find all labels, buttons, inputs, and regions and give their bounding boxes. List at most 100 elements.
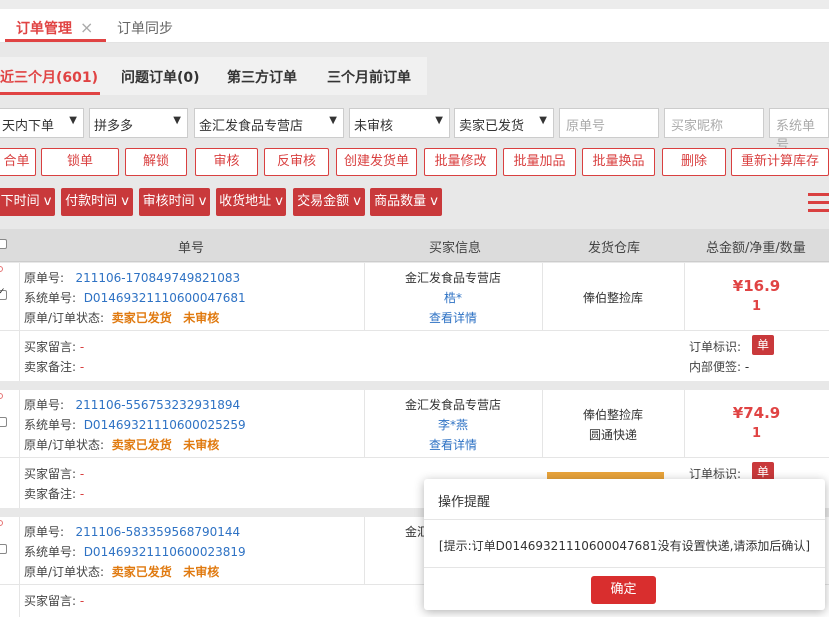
sort-amount-button[interactable]: 交易金额 v [293, 188, 365, 216]
system-no-link[interactable]: D01469321110600025259 [84, 418, 246, 432]
top-gap [0, 0, 829, 9]
ship-status-select[interactable]: 卖家已发货 ▼ [454, 108, 554, 138]
unlock-button[interactable]: 解锁 [125, 148, 187, 176]
subtab-recent-three-months[interactable]: 近三个月(601) [0, 67, 98, 87]
system-no-link[interactable]: D01469321110600047681 [84, 291, 246, 305]
column-divider [684, 263, 685, 331]
buyer-msg-label: 买家留言: [24, 594, 77, 608]
review-status-value: 未审核 [354, 119, 394, 134]
system-no-link[interactable]: D01469321110600023819 [84, 545, 246, 559]
review-status: 未审核 [183, 438, 220, 452]
tab-order-sync[interactable]: 订单同步 [117, 18, 173, 38]
sort-button-row: 下时间 v 付款时间 v 审核时间 v 收货地址 v 交易金额 v 商品数量 v [0, 188, 829, 216]
sort-pay-time-button[interactable]: 付款时间 v [61, 188, 133, 216]
dropdown-arrow-icon: ▼ [69, 115, 77, 126]
shop-name: 金汇发食品专营店 [404, 271, 501, 285]
order-mark-label: 订单标识: [689, 340, 742, 354]
create-shipment-button[interactable]: 创建发货单 [336, 148, 417, 176]
dialog-message: [提示:订单D01469321110600047681没有设置快递,请添加后确认… [438, 539, 811, 553]
buyer-nick-input[interactable]: 买家昵称 [664, 108, 764, 138]
column-divider [684, 390, 685, 458]
order-time-select[interactable]: 天内下单 ▼ [0, 108, 84, 138]
shop-name: 金汇发食品专营店 [404, 398, 501, 412]
lock-button[interactable]: 锁单 [41, 148, 119, 176]
header-buyer: 买家信息 [429, 241, 482, 256]
order-quantity: 1 [751, 426, 762, 441]
order-price: ¥74.9 [732, 404, 781, 422]
shop-value: 金汇发食品专营店 [199, 119, 304, 134]
seller-note-value: - [79, 487, 85, 501]
unreview-button[interactable]: 反审核 [264, 148, 329, 176]
batch-replace-item-button[interactable]: 批量换品 [582, 148, 655, 176]
subtab-third-party-orders[interactable]: 第三方订单 [227, 67, 297, 87]
table-header: 单号 买家信息 发货仓库 总金额/净重/数量 [0, 229, 829, 262]
original-no-link[interactable]: 211106-583359568790144 [76, 525, 241, 539]
header-warehouse: 发货仓库 [588, 241, 641, 256]
dropdown-arrow-icon: ▼ [539, 115, 547, 126]
page-tab-bar: 订单管理 × 订单同步 [0, 9, 829, 43]
column-divider [364, 517, 365, 585]
filter-bar: 天内下单 ▼ 拼多多 ▼ 金汇发食品专营店 ▼ 未审核 ▼ 卖家已发货 ▼ 原单号 买家昵… [0, 108, 829, 153]
delete-button[interactable]: 删除 [662, 148, 726, 176]
platform-select[interactable]: 拼多多 ▼ [89, 108, 188, 138]
inner-note-label: 内部便签: [689, 360, 742, 374]
action-button-row: 合单 锁单 解锁 审核 反审核 创建发货单 批量修改 批量加品 批量换品 删除 … [0, 148, 829, 176]
view-detail-link[interactable]: 查看详情 [364, 436, 542, 453]
buyer-msg-label: 买家留言: [24, 340, 77, 354]
sort-review-time-button[interactable]: 审核时间 v [139, 188, 210, 216]
system-no-label: 系统单号: [24, 291, 77, 305]
header-order-no: 单号 [178, 241, 205, 256]
seller-note-label: 卖家备注: [24, 360, 77, 374]
header-total: 总金额/净重/数量 [706, 241, 806, 256]
dropdown-arrow-icon: ▼ [435, 115, 443, 126]
confirm-button[interactable]: 确定 [591, 576, 656, 604]
dialog-title: 操作提醒 [438, 495, 491, 510]
column-divider [542, 390, 543, 458]
tab-order-management[interactable]: 订单管理 × [16, 18, 93, 38]
order-main: 原单号: 211106-170849749821083 系统单号: D01469… [0, 263, 829, 331]
ship-status: 卖家已发货 [111, 438, 172, 452]
subtab-older-orders[interactable]: 三个月前订单 [327, 67, 411, 87]
close-icon[interactable]: × [80, 18, 93, 37]
sort-quantity-button[interactable]: 商品数量 v [370, 188, 442, 216]
view-detail-link[interactable]: 查看详情 [364, 309, 542, 326]
seller-note-value: - [79, 360, 85, 374]
warehouse-name: 俸伯整捡库 [582, 408, 643, 422]
order-checkbox[interactable] [0, 544, 7, 554]
recalculate-stock-button[interactable]: 重新计算库存 [731, 148, 829, 176]
original-no-label: 原单号: [24, 271, 65, 285]
order-row: 原单号: 211106-170849749821083 系统单号: D01469… [0, 263, 829, 381]
sort-order-time-button[interactable]: 下时间 v [0, 188, 55, 216]
platform-value: 拼多多 [94, 119, 134, 134]
merge-button[interactable]: 合单 [0, 148, 36, 176]
original-no-input[interactable]: 原单号 [559, 108, 659, 138]
warehouse-name: 俸伯整捡库 [582, 291, 643, 305]
status-dot-icon [0, 393, 3, 399]
ship-status: 卖家已发货 [111, 565, 172, 579]
buyer-msg-value: - [79, 340, 85, 354]
order-checkbox[interactable] [0, 417, 7, 427]
order-checkbox[interactable] [0, 287, 7, 300]
hamburger-menu-icon[interactable] [808, 193, 829, 213]
buyer-msg-label: 买家留言: [24, 467, 77, 481]
system-no-input[interactable]: 系统单号 [769, 108, 829, 153]
batch-add-item-button[interactable]: 批量加品 [503, 148, 576, 176]
batch-modify-button[interactable]: 批量修改 [424, 148, 497, 176]
review-status: 未审核 [183, 311, 220, 325]
system-no-label: 系统单号: [24, 418, 77, 432]
tab-order-management-label: 订单管理 [16, 21, 72, 37]
buyer-msg-value: - [79, 594, 85, 608]
review-status-select[interactable]: 未审核 ▼ [349, 108, 450, 138]
sort-address-button[interactable]: 收货地址 v [216, 188, 286, 216]
review-button[interactable]: 审核 [195, 148, 258, 176]
original-no-link[interactable]: 211106-556753232931894 [76, 398, 241, 412]
select-all-checkbox[interactable] [0, 239, 7, 249]
buyer-name: 李*燕 [437, 418, 468, 432]
status-dot-icon [0, 520, 3, 526]
shop-select[interactable]: 金汇发食品专营店 ▼ [194, 108, 344, 138]
status-label: 原单/订单状态: [24, 565, 105, 579]
original-no-link[interactable]: 211106-170849749821083 [76, 271, 241, 285]
order-price: ¥16.9 [732, 277, 781, 295]
active-subtab-underline [0, 92, 100, 95]
subtab-problem-orders[interactable]: 问题订单(0) [121, 67, 200, 87]
